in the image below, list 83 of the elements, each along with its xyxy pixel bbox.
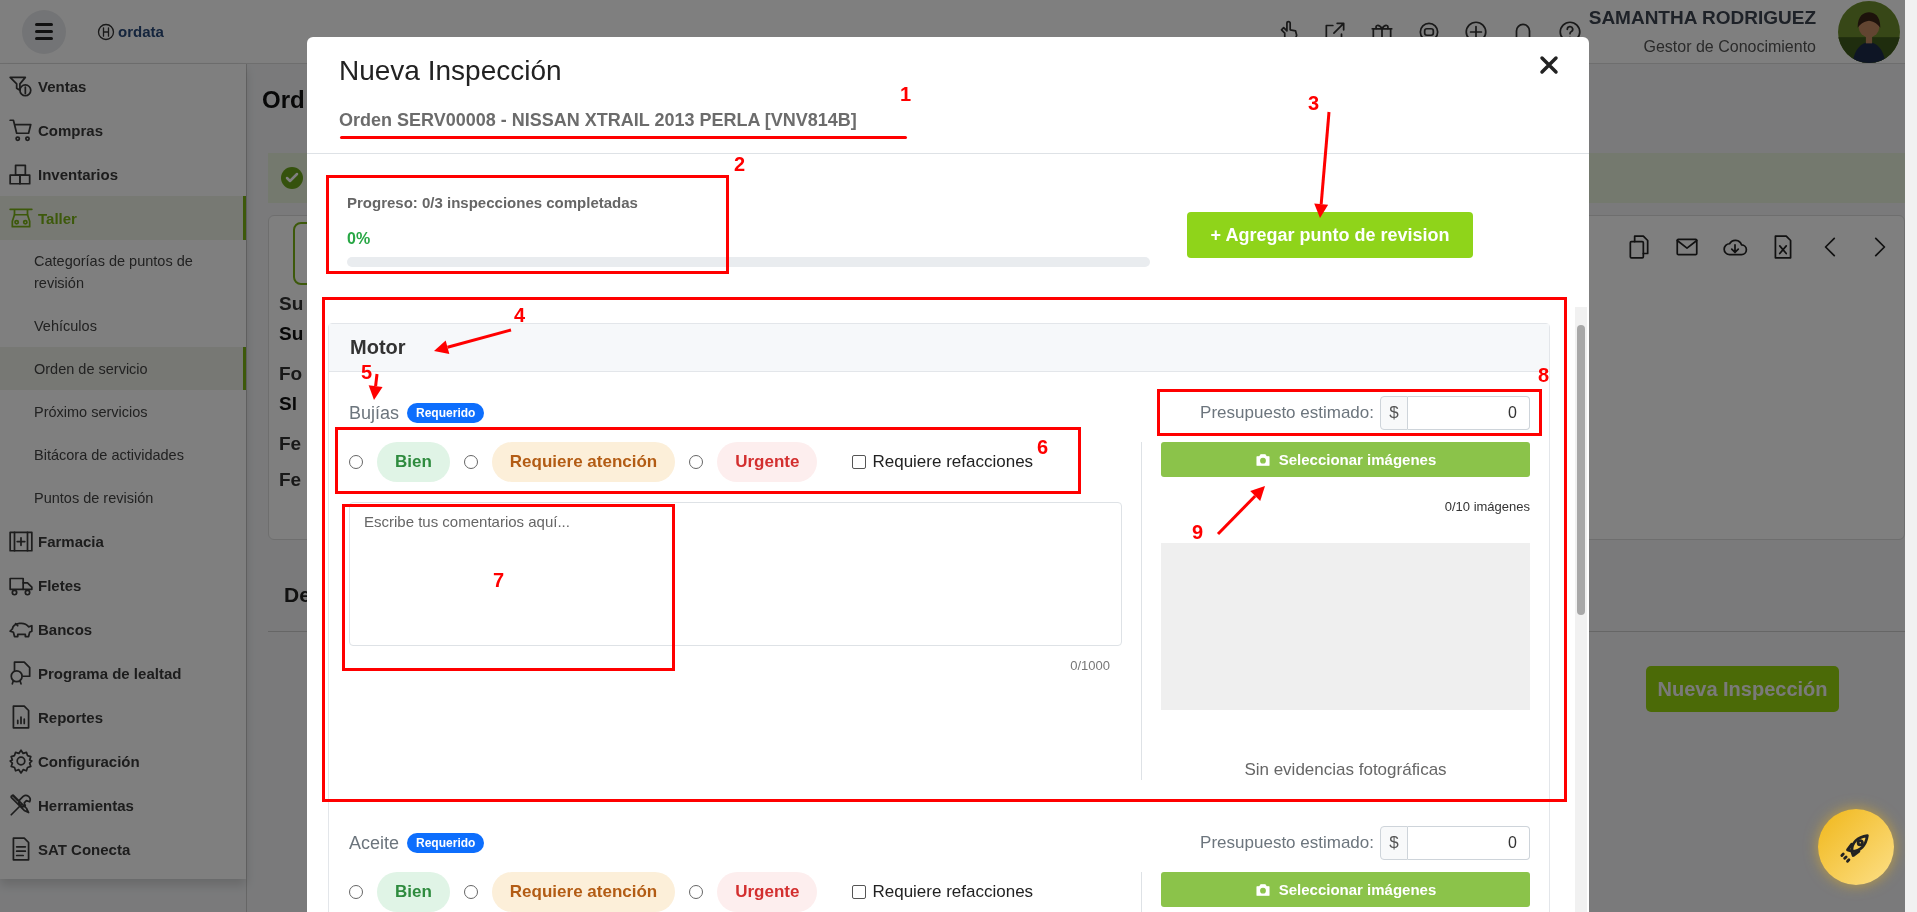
currency-symbol: $ (1380, 396, 1408, 430)
field-label: Fo (279, 362, 303, 386)
status-option[interactable]: Urgente (717, 872, 818, 912)
settings-icon (8, 748, 34, 774)
annotation-number: 9 (1192, 521, 1204, 543)
status-option[interactable]: Requiere atención (491, 442, 676, 482)
field-value: Su (279, 322, 304, 346)
cart-icon (8, 117, 34, 143)
image-counter: 0/10 imágenes (1444, 498, 1530, 516)
sidebar-subitem[interactable]: Orden de servicio (0, 347, 246, 390)
car-icon (8, 205, 34, 231)
budget-label: Presupuesto estimado: (1200, 833, 1374, 853)
camera-icon (1254, 881, 1271, 898)
sidebar-subitem[interactable]: Puntos de revisión (0, 476, 246, 519)
field-label: Su (279, 292, 304, 316)
budget-field[interactable]: 0 (1408, 396, 1530, 430)
certificate-icon (8, 660, 34, 686)
annotation-number: 4 (514, 304, 526, 326)
annotation-number: 2 (734, 153, 746, 175)
user-role: Gestor de Conocimiento (1643, 36, 1816, 57)
annotation-number: 7 (493, 569, 505, 591)
checkbox-label: Requiere refacciones (872, 882, 1034, 902)
required-badge: Requerido (407, 403, 485, 423)
annotation-number: 3 (1308, 92, 1320, 114)
tools-icon (8, 792, 34, 818)
character-counter: 0/1000 (1069, 657, 1111, 675)
annotation-number: 1 (900, 83, 912, 105)
user-name: SAMANTHA RODRIGUEZ (1588, 5, 1816, 30)
status-option[interactable]: Bien (377, 872, 450, 912)
modal-subtitle: Orden SERV00008 - NISSAN XTRAIL 2013 PERLA [VNV814B] (339, 109, 858, 132)
page-title: Ord (262, 86, 305, 115)
scrollbar[interactable] (1905, 0, 1917, 912)
check-icon (280, 166, 304, 190)
medical-kit-icon (8, 528, 34, 554)
annotation-number: 6 (1037, 436, 1049, 458)
budget-label: Presupuesto estimado: (1200, 403, 1374, 423)
empty-message: Sin evidencias fotográficas (1243, 760, 1448, 780)
sidebar-item[interactable]: Fletes (0, 563, 246, 607)
sidebar-item[interactable]: Inventarios (0, 152, 246, 196)
sidebar-item[interactable]: SAT Conecta (0, 827, 246, 871)
logo-icon (96, 21, 116, 42)
currency-symbol: $ (1380, 826, 1408, 860)
status-option[interactable]: Bien (377, 442, 450, 482)
annotation-number: 8 (1538, 364, 1550, 386)
copy-icon[interactable] (1626, 234, 1652, 260)
progress-label: Progreso: 0/3 inspecciones completadas (347, 193, 639, 213)
progress-percent: 0% (347, 229, 372, 249)
modal-title: Nueva Inspección (339, 54, 562, 88)
sidebar-item[interactable]: Reportes (0, 695, 246, 739)
checkbox[interactable] (852, 455, 867, 469)
section-title: Motor (350, 336, 406, 359)
sidebar-item[interactable]: Farmacia (0, 519, 246, 563)
close-icon (1537, 53, 1561, 77)
sidebar-subitem[interactable]: Bitácora de actividades (0, 433, 246, 476)
field-label: Fe (279, 432, 302, 456)
sidebar-item[interactable]: Herramientas (0, 783, 246, 827)
rocket-button[interactable] (1818, 809, 1894, 885)
sidebar-item[interactable]: Configuración (0, 739, 246, 783)
sidebar-subitem[interactable]: Próximo servicios (0, 390, 246, 433)
sidebar-item[interactable]: Bancos (0, 607, 246, 651)
checkpoint-name: Aceite (349, 832, 400, 854)
annotation-arrow (1216, 486, 1265, 536)
checkbox-label: Requiere refacciones (872, 452, 1034, 472)
annotation-number: 5 (361, 361, 373, 383)
scrollbar[interactable] (1575, 307, 1587, 912)
field-value: Sl (279, 392, 297, 416)
sidebar-subitem[interactable]: Vehículos (0, 304, 246, 347)
camera-icon (1254, 451, 1271, 468)
sidebar-item[interactable]: Programa de lealtad (0, 651, 246, 695)
sidebar-item[interactable]: Ventas (0, 64, 246, 108)
field-label: Fe (279, 468, 302, 492)
checkbox[interactable] (852, 885, 867, 899)
checkpoint-name: Bujías (349, 402, 400, 424)
required-badge: Requerido (407, 833, 485, 853)
menu-button[interactable] (22, 9, 66, 54)
logo-text: ordata (118, 23, 164, 40)
budget-field[interactable]: 0 (1408, 826, 1530, 860)
sidebar-item[interactable]: Compras (0, 108, 246, 152)
boxes-icon (8, 161, 34, 187)
status-option[interactable]: Urgente (717, 442, 818, 482)
status-option[interactable]: Requiere atención (491, 872, 676, 912)
sidebar-subitem[interactable]: Categorías de puntos de revisión (0, 240, 246, 304)
money-icon (8, 73, 34, 99)
